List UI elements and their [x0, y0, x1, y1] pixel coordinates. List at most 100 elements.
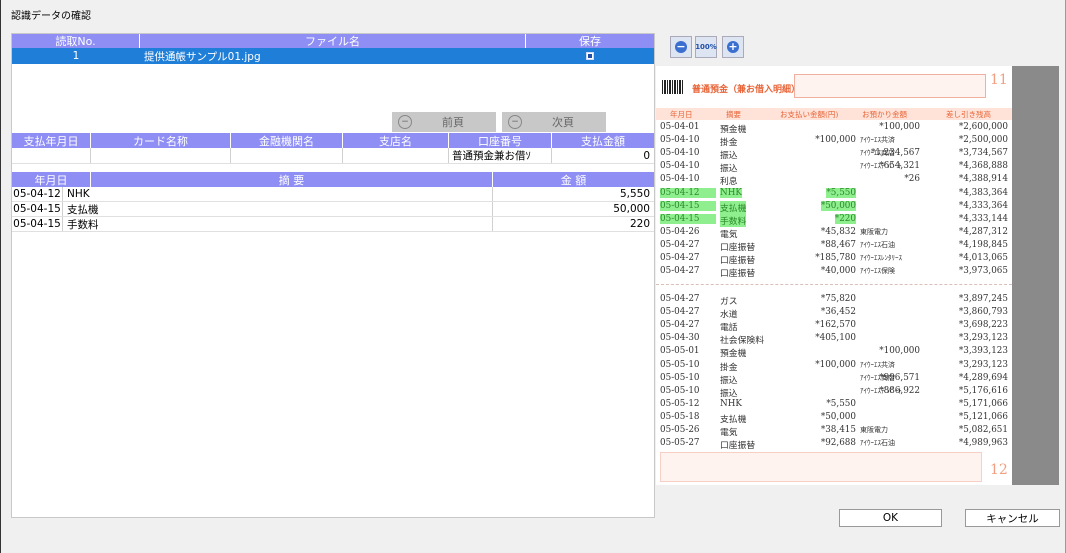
pb-desc: 振込 — [720, 388, 738, 399]
col-payment-amount: 支払金額 — [581, 134, 625, 148]
minus-circle-icon: − — [398, 115, 412, 129]
pb-date: 05-04-15 — [660, 200, 716, 211]
pb-balance: *3,698,223 — [958, 320, 1008, 331]
col-amount: 金 額 — [560, 173, 587, 187]
date-cell[interactable]: 05-04-15 — [12, 202, 63, 216]
pb-balance: *3,897,245 — [958, 294, 1008, 304]
passbook-row: 05-04-10 利息 *26 *4,388,914 — [660, 174, 1008, 187]
pb-balance: *4,287,312 — [958, 226, 1008, 237]
card-name-cell[interactable] — [91, 148, 231, 163]
dialog-window: 認識データの確認 読取No. ファイル名 保存 1 提供通帳サンプル01.jpg… — [0, 0, 1066, 553]
passbook-row: 05-04-26 電気 *45,832 東阪電力 *4,287,312 — [660, 226, 1008, 240]
pb-date: 05-04-12 — [660, 187, 716, 198]
prev-page-button[interactable]: − 前頁 — [392, 112, 496, 132]
passbook-image-viewer[interactable]: 普通預金（兼お借入明細） 11 年月日 摘要 お支払い金額(円) お預かり金額 … — [656, 66, 1059, 485]
passbook-row: 05-05-10 振込 ｱｲｳｰｴｽﾃﾞﾊﾟｰﾄ *886,922 *5,176,616 — [660, 386, 1008, 399]
passbook-page: 普通預金（兼お借入明細） 11 年月日 摘要 お支払い金額(円) お預かり金額 … — [656, 66, 1012, 485]
pb-date: 05-05-12 — [660, 398, 700, 409]
files-table-header: 読取No. ファイル名 保存 — [12, 34, 654, 48]
pb-withdraw: *50,000 — [820, 200, 856, 211]
pb-counterparty: ｱｲｳｰｴｽ石油 — [860, 439, 895, 448]
zoom-in-button[interactable]: + — [722, 36, 744, 58]
passbook-page-top: 11 — [990, 72, 1008, 88]
pb-date: 05-04-10 — [660, 135, 700, 146]
zoom-in-icon: + — [727, 40, 739, 53]
pb-balance: *3,973,065 — [958, 266, 1008, 277]
pb-desc: 振込 — [720, 375, 738, 386]
pb-date: 05-04-10 — [660, 174, 700, 185]
pb-withdraw: *100,000 — [815, 135, 856, 146]
pb-counterparty: ｱｲｳｰｴｽ共済 — [860, 136, 895, 145]
pb-desc: 水道 — [720, 310, 738, 321]
file-name-cell: 提供通帳サンプル01.jpg — [144, 50, 261, 63]
pb-desc: 預金機 — [720, 125, 747, 135]
pb-counterparty: 東阪電力 — [860, 227, 888, 236]
description-cell[interactable]: NHK — [63, 187, 493, 201]
passbook-footer-notice — [660, 452, 982, 482]
pb-withdraw: *75,820 — [820, 294, 856, 304]
payment-amount-cell[interactable]: 0 — [552, 148, 654, 163]
detail-row[interactable]: 05-04-12 NHK 5,550 — [12, 187, 654, 202]
zoom-reset-button[interactable]: 100% — [695, 36, 717, 58]
pb-withdraw: *5,550 — [826, 398, 856, 409]
passbook-row: 05-04-10 掛金 *100,000 ｱｲｳｰｴｽ共済 *2,500,000 — [660, 135, 1008, 149]
pb-balance: *4,989,963 — [958, 438, 1008, 449]
pb-balance: *5,171,066 — [958, 398, 1008, 409]
pb-desc: 電話 — [720, 323, 738, 334]
ph-date: 年月日 — [670, 110, 693, 119]
pb-date: 05-05-10 — [660, 359, 700, 370]
date-cell[interactable]: 05-04-15 — [12, 217, 63, 231]
pb-desc: 掛金 — [720, 138, 738, 149]
save-cell — [526, 48, 654, 64]
ph-balance: 差し引き残高 — [946, 110, 991, 119]
pb-counterparty: ｱｲｳｰｴｽ保険 — [860, 267, 895, 276]
passbook-row: 05-04-27 ガス *75,820 *3,897,245 — [660, 294, 1008, 307]
pb-withdraw: *40,000 — [820, 266, 856, 277]
files-table-row[interactable]: 1 提供通帳サンプル01.jpg — [12, 48, 654, 64]
prev-page-label: 前頁 — [442, 116, 464, 129]
pb-desc: 口座振替 — [720, 256, 756, 266]
passbook-page-bottom: 12 — [990, 462, 1008, 478]
pb-withdraw: *405,100 — [815, 333, 856, 344]
branch-name-cell[interactable] — [343, 148, 449, 163]
pb-desc: 掛金 — [720, 362, 738, 373]
pb-balance: *5,121,066 — [958, 411, 1008, 422]
pb-balance: *3,293,123 — [958, 359, 1008, 370]
cancel-button[interactable]: キャンセル — [965, 509, 1060, 527]
next-page-button[interactable]: − 次頁 — [502, 112, 606, 132]
pb-balance: *3,293,123 — [958, 333, 1008, 344]
description-cell[interactable]: 手数料 — [63, 217, 493, 231]
detail-table-header: 年月日 摘 要 金 額 — [12, 172, 654, 187]
amount-cell[interactable]: 50,000 — [493, 202, 654, 216]
passbook-row: 05-04-15 手数料 *220 *4,333,144 — [660, 213, 1008, 227]
zoom-out-button[interactable]: − — [670, 36, 692, 58]
pb-date: 05-04-27 — [660, 266, 700, 277]
passbook-col-header: 年月日 摘要 お支払い金額(円) お預かり金額 差し引き残高 — [656, 108, 1012, 120]
passbook-row: 05-04-27 口座振替 *185,780 ｱｲｳｰｴｽﾚﾝﾀﾘｰｽ *4,013,0… — [660, 253, 1008, 266]
passbook-row: 05-04-10 振込 ｱｲｳｰｴｽﾃﾞﾊﾟｰﾄ *654,321 *4,368,888 — [660, 161, 1008, 174]
payment-date-cell[interactable] — [12, 148, 91, 163]
pb-date: 05-04-27 — [660, 294, 700, 304]
detail-row[interactable]: 05-04-15 手数料 220 — [12, 217, 654, 232]
save-checkbox[interactable] — [586, 52, 594, 60]
ph-desc: 摘要 — [726, 110, 741, 119]
ok-button[interactable]: OK — [839, 509, 942, 527]
passbook-row: 05-05-26 電気 *38,415 東阪電力 *5,082,651 — [660, 425, 1008, 438]
pb-withdraw: *38,415 — [820, 425, 856, 435]
col-account-no: 口座番号 — [449, 133, 552, 148]
pb-balance: *3,393,123 — [958, 346, 1008, 357]
data-panel: 読取No. ファイル名 保存 1 提供通帳サンプル01.jpg − 前頁 − 次… — [11, 33, 655, 518]
passbook-row: 05-04-01 預金機 *100,000 *2,600,000 — [660, 122, 1008, 135]
pb-counterparty: ｱｲｳｰｴｽ共済 — [860, 360, 895, 369]
payment-row[interactable]: 普通預金兼お借ｿ 0 — [12, 148, 654, 164]
detail-row[interactable]: 05-04-15 支払機 50,000 — [12, 202, 654, 217]
account-no-cell[interactable]: 普通預金兼お借ｿ — [449, 148, 552, 163]
description-cell[interactable]: 支払機 — [63, 202, 493, 216]
minus-circle-icon: − — [508, 115, 522, 129]
amount-cell[interactable]: 5,550 — [493, 187, 654, 201]
bank-name-cell[interactable] — [231, 148, 343, 163]
pb-deposit: *654,321 — [879, 161, 920, 172]
date-cell[interactable]: 05-04-12 — [12, 187, 63, 201]
amount-cell[interactable]: 220 — [493, 217, 654, 231]
pb-date: 05-04-27 — [660, 253, 700, 263]
